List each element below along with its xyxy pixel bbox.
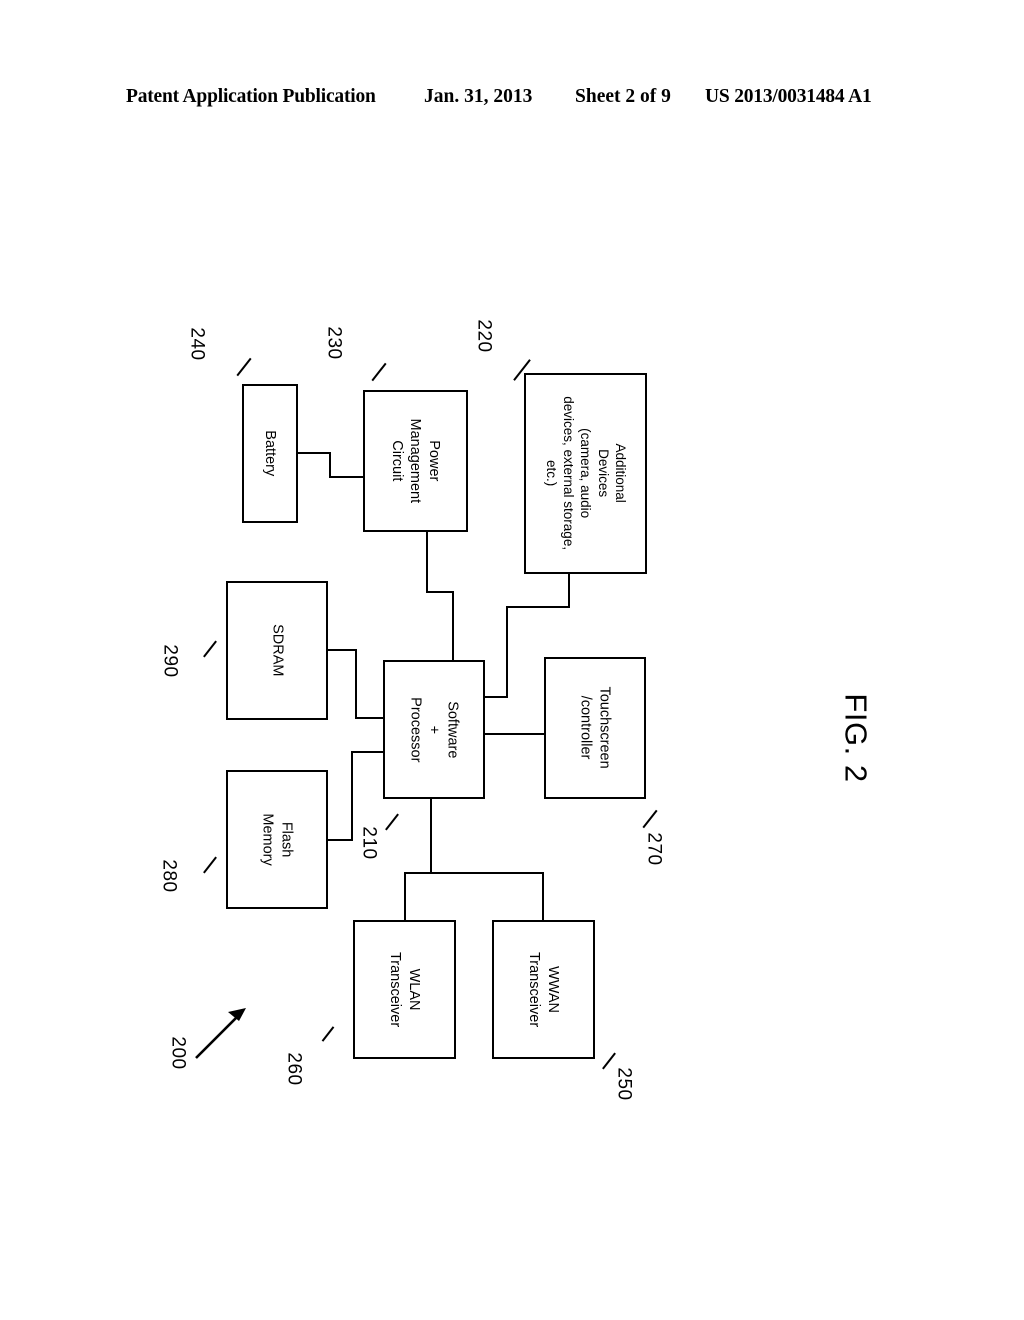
figure-caption: FIG. 2: [796, 648, 916, 828]
figure-caption-text: FIG. 2: [838, 693, 874, 783]
wire-devices-to-processor-h1: [506, 606, 570, 608]
block-processor-label: Software + Processor: [407, 696, 461, 763]
wire-sdram-to-processor-h1: [327, 649, 357, 651]
wire-flash-to-processor-h2: [351, 751, 385, 753]
leader-tick-260: [321, 1026, 335, 1042]
leader-tick-210: [385, 813, 399, 831]
block-power-management-circuit-label: Power Management Circuit: [389, 418, 443, 504]
wire-devices-to-processor-v1: [568, 573, 570, 608]
wire-processor-to-bus: [430, 798, 432, 874]
reference-numeral-220: 220: [473, 319, 495, 353]
wire-sdram-to-processor-v: [355, 649, 357, 719]
wire-flash-to-processor-v: [351, 751, 353, 841]
wire-power-to-processor-v2: [452, 591, 454, 661]
wire-power-to-processor-v1: [426, 531, 428, 592]
block-battery-label: Battery: [262, 430, 279, 477]
wire-processor-to-touchscreen: [482, 733, 546, 735]
block-processor[interactable]: Software + Processor: [383, 660, 485, 799]
leader-tick-290: [203, 640, 217, 658]
reference-numeral-270: 270: [643, 832, 665, 866]
block-diagram: Battery Power Management Circuit Additio…: [0, 0, 1024, 1320]
wire-power-to-processor-h: [426, 591, 454, 593]
block-sdram-label: SDRAM: [269, 624, 286, 677]
reference-numeral-260: 260: [283, 1052, 305, 1086]
reference-numeral-240: 240: [186, 327, 208, 361]
block-wwan-transceiver-label: WWAN Transceiver: [526, 951, 562, 1028]
reference-numeral-280: 280: [158, 859, 180, 893]
block-battery[interactable]: Battery: [242, 384, 298, 523]
reference-numeral-210: 210: [358, 826, 380, 860]
wire-transceiver-bus: [404, 872, 544, 874]
leader-tick-240: [236, 357, 252, 377]
wire-battery-to-power-h2: [329, 476, 365, 478]
block-power-management-circuit[interactable]: Power Management Circuit: [363, 390, 468, 532]
wire-devices-to-processor-h2: [482, 696, 508, 698]
wire-bus-to-wlan: [404, 872, 406, 922]
block-additional-devices[interactable]: Additional Devices (camera, audio device…: [524, 373, 647, 574]
block-flash-memory[interactable]: Flash Memory: [226, 770, 328, 909]
reference-numeral-230: 230: [323, 326, 345, 360]
wire-battery-to-power-v: [329, 452, 331, 478]
leader-tick-270: [642, 809, 658, 829]
leader-tick-280: [203, 856, 217, 874]
block-wlan-transceiver-label: WLAN Transceiver: [387, 951, 423, 1028]
wire-flash-to-processor-h1: [327, 839, 353, 841]
block-wwan-transceiver[interactable]: WWAN Transceiver: [492, 920, 595, 1059]
system-arrow-icon: [195, 1008, 246, 1059]
patent-page: Patent Application Publication Jan. 31, …: [0, 0, 1024, 1320]
block-wlan-transceiver[interactable]: WLAN Transceiver: [353, 920, 456, 1059]
block-sdram[interactable]: SDRAM: [226, 581, 328, 720]
leader-tick-230: [371, 362, 387, 382]
block-touchscreen-controller-label: Touchscreen /controller: [578, 686, 613, 770]
block-flash-memory-label: Flash Memory: [260, 813, 295, 866]
wire-battery-to-power-h1: [297, 452, 331, 454]
wire-devices-to-processor-v2: [506, 606, 508, 698]
wire-bus-to-wwan: [542, 872, 544, 922]
wire-sdram-to-processor-h2: [355, 717, 385, 719]
reference-numeral-290: 290: [159, 644, 181, 678]
block-touchscreen-controller[interactable]: Touchscreen /controller: [544, 657, 646, 799]
block-additional-devices-label: Additional Devices (camera, audio device…: [543, 396, 628, 551]
reference-numeral-250: 250: [613, 1067, 635, 1101]
